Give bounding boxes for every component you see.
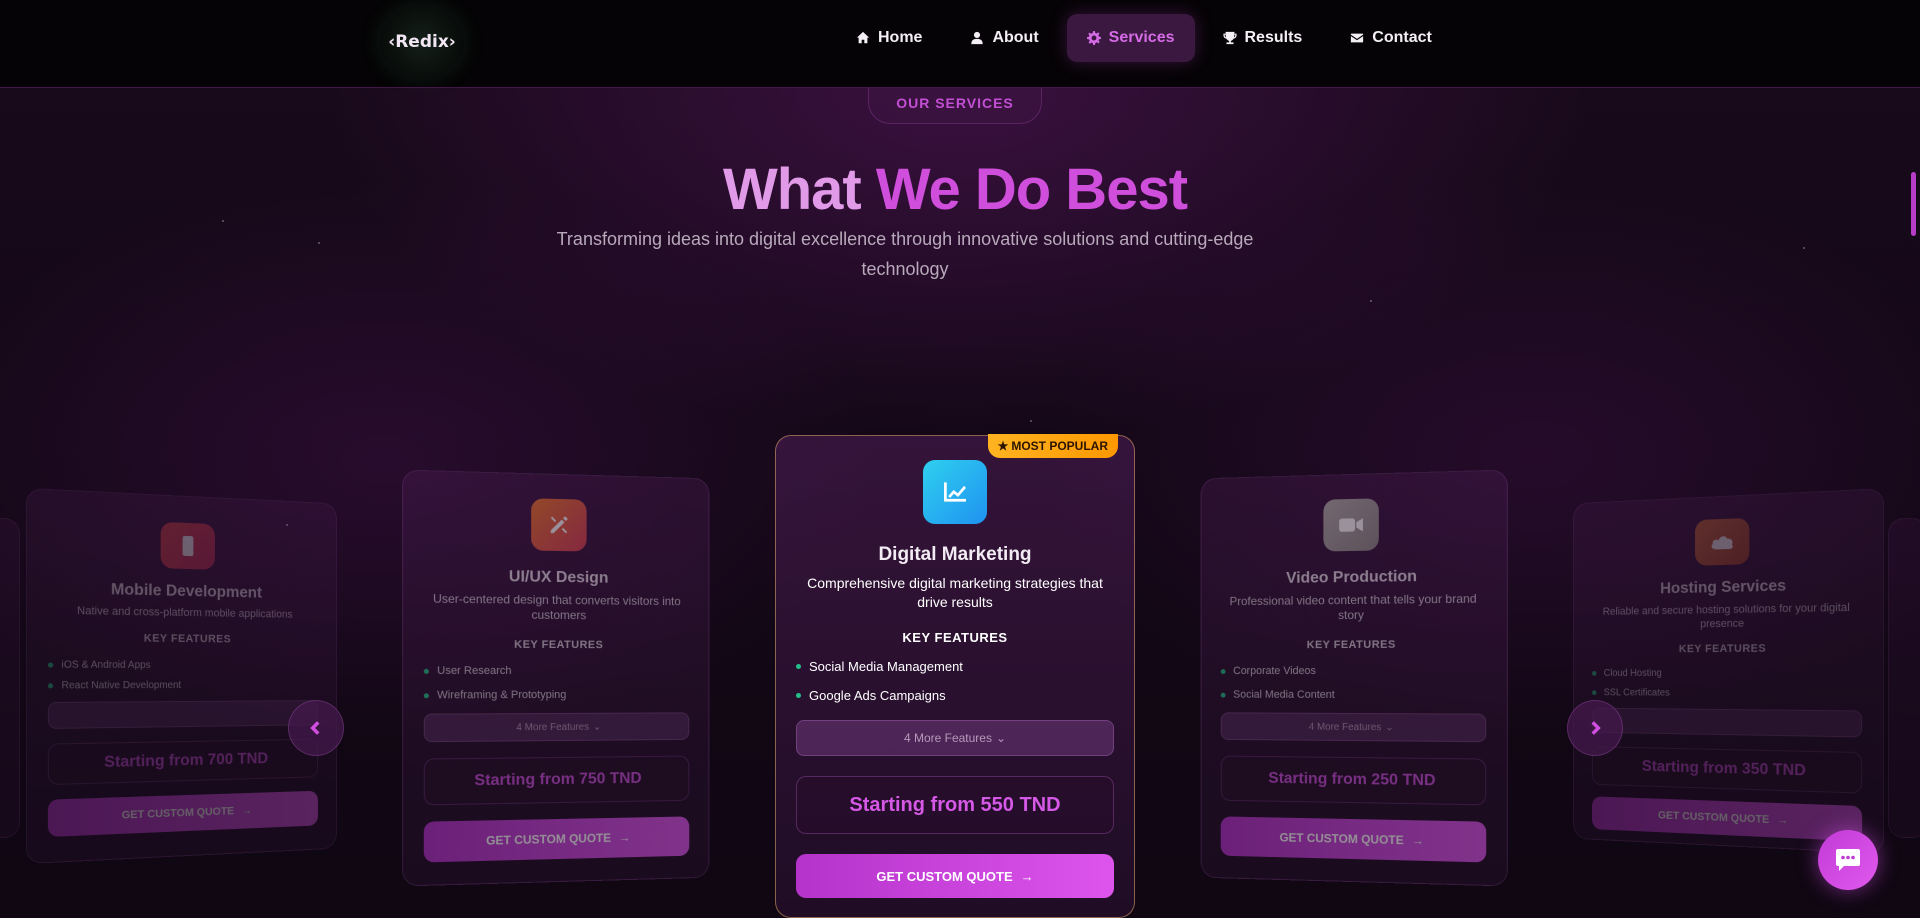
arrow-right-icon: → bbox=[618, 830, 631, 845]
card-title: Digital Marketing bbox=[878, 544, 1032, 565]
feature-item: Cloud Hosting bbox=[1592, 663, 1862, 684]
service-card-mobile[interactable]: Mobile Development Native and cross-plat… bbox=[25, 487, 337, 865]
arrow-right-icon: → bbox=[1777, 814, 1789, 827]
more-features-button[interactable]: 4 More Features ⌄ bbox=[796, 720, 1114, 756]
gear-icon bbox=[1086, 31, 1101, 45]
service-card-hosting[interactable]: Hosting Services Reliable and secure hos… bbox=[1573, 488, 1885, 854]
home-icon bbox=[856, 31, 870, 44]
design-tools-icon bbox=[531, 498, 587, 552]
chevron-right-icon bbox=[1591, 721, 1601, 735]
nav-label-results: Results bbox=[1244, 29, 1303, 46]
feature-item: Wireframing & Prototyping bbox=[424, 683, 689, 708]
card-price: Starting from 250 TND bbox=[1220, 755, 1487, 806]
feature-item: React Native Development bbox=[48, 675, 318, 696]
nav-label-about: About bbox=[992, 29, 1039, 46]
star-icon: ★ bbox=[997, 439, 1009, 453]
feature-item: iOS & Android Apps bbox=[48, 654, 318, 675]
feature-list: User Research Wireframing & Prototyping bbox=[424, 659, 689, 708]
user-icon bbox=[971, 31, 984, 45]
get-custom-quote-button[interactable]: GET CUSTOM QUOTE → bbox=[796, 854, 1114, 898]
nav-item-home[interactable]: Home bbox=[836, 14, 942, 62]
nav-item-about[interactable]: About bbox=[950, 14, 1058, 62]
logo[interactable]: ‹Redix› bbox=[380, 6, 464, 78]
get-custom-quote-button[interactable]: GET CUSTOM QUOTE → bbox=[1591, 796, 1863, 842]
service-card-partial-left bbox=[0, 518, 20, 838]
feature-item: Corporate Videos bbox=[1221, 659, 1486, 683]
nav-item-services[interactable]: Services bbox=[1066, 14, 1195, 62]
trophy-icon bbox=[1222, 31, 1237, 45]
feature-list: iOS & Android Apps React Native Developm… bbox=[48, 654, 318, 696]
carousel-next-button[interactable] bbox=[1567, 700, 1623, 756]
key-features-label: KEY FEATURES bbox=[1678, 642, 1767, 656]
chart-line-icon bbox=[923, 460, 987, 524]
chat-bubble-icon bbox=[1836, 849, 1860, 871]
title-part-1: What bbox=[722, 157, 876, 222]
feature-list: Social Media Management Google Ads Campa… bbox=[796, 652, 1114, 710]
chevron-down-icon: ⌄ bbox=[995, 731, 1007, 745]
feature-item: Social Media Management bbox=[796, 652, 1114, 681]
nav-label-services: Services bbox=[1108, 29, 1175, 46]
card-description: Native and cross-platform mobile applica… bbox=[77, 604, 293, 621]
title-part-2: We Do Best bbox=[875, 157, 1188, 222]
card-title: Hosting Services bbox=[1660, 577, 1787, 598]
card-title: Video Production bbox=[1286, 567, 1418, 587]
more-features-button[interactable] bbox=[1591, 707, 1863, 738]
card-price: Starting from 700 TND bbox=[47, 738, 319, 786]
card-description: Professional video content that tells yo… bbox=[1229, 591, 1477, 623]
video-camera-icon bbox=[1323, 498, 1379, 552]
key-features-label: KEY FEATURES bbox=[143, 632, 232, 646]
more-features-button[interactable]: 4 More Features ⌄ bbox=[423, 712, 690, 743]
cloud-icon bbox=[1695, 517, 1750, 566]
card-description: Reliable and secure hosting solutions fo… bbox=[1602, 601, 1850, 631]
get-custom-quote-button[interactable]: GET CUSTOM QUOTE → bbox=[1220, 816, 1487, 863]
key-features-label: KEY FEATURES bbox=[902, 630, 1008, 645]
feature-item: User Research bbox=[424, 659, 689, 683]
card-title: Mobile Development bbox=[110, 581, 262, 602]
mobile-icon bbox=[160, 521, 215, 570]
feature-item: Google Ads Campaigns bbox=[796, 681, 1114, 710]
card-price: Starting from 750 TND bbox=[423, 755, 690, 806]
feature-item: SSL Certificates bbox=[1592, 683, 1862, 705]
card-description: User-centered design that converts visit… bbox=[432, 591, 681, 623]
arrow-right-icon: → bbox=[241, 804, 253, 817]
card-price: Starting from 350 TND bbox=[1591, 746, 1863, 794]
nav-links: Home About Services Results Contact bbox=[836, 14, 1452, 62]
card-description: Comprehensive digital marketing strategi… bbox=[807, 575, 1103, 610]
carousel-prev-button[interactable] bbox=[288, 700, 344, 756]
arrow-right-icon: → bbox=[1411, 833, 1424, 848]
nav-label-contact: Contact bbox=[1372, 29, 1432, 46]
get-custom-quote-button[interactable]: GET CUSTOM QUOTE → bbox=[47, 790, 319, 838]
section-badge: OUR SERVICES bbox=[868, 82, 1042, 124]
feature-list: Corporate Videos Social Media Content bbox=[1221, 659, 1486, 708]
get-custom-quote-button[interactable]: GET CUSTOM QUOTE → bbox=[423, 816, 690, 863]
nav-item-contact[interactable]: Contact bbox=[1330, 14, 1452, 62]
top-navbar: ‹Redix› Home About Services Results Cont… bbox=[0, 0, 1920, 88]
card-title: UI/UX Design bbox=[508, 568, 609, 587]
feature-list: Cloud Hosting SSL Certificates bbox=[1592, 663, 1862, 705]
nav-item-results[interactable]: Results bbox=[1203, 14, 1323, 62]
scrollbar-thumb[interactable] bbox=[1911, 172, 1916, 236]
nav-label-home: Home bbox=[878, 29, 923, 46]
service-card-video[interactable]: Video Production Professional video cont… bbox=[1200, 469, 1508, 887]
most-popular-badge: ★ MOST POPULAR bbox=[987, 434, 1118, 458]
chevron-down-icon: ⌄ bbox=[592, 721, 602, 733]
service-card-partial-right bbox=[1888, 518, 1920, 838]
feature-item: Social Media Content bbox=[1221, 683, 1486, 708]
chat-button[interactable] bbox=[1818, 830, 1878, 890]
service-card-uiux[interactable]: UI/UX Design User-centered design that c… bbox=[402, 469, 710, 887]
envelope-icon bbox=[1351, 33, 1364, 43]
card-price: Starting from 550 TND bbox=[796, 776, 1114, 834]
service-card-marketing[interactable]: ★ MOST POPULAR Digital Marketing Comprehe… bbox=[775, 434, 1135, 918]
arrow-right-icon: → bbox=[1020, 868, 1034, 884]
chevron-left-icon bbox=[310, 721, 320, 735]
key-features-label: KEY FEATURES bbox=[514, 638, 604, 652]
chevron-down-icon: ⌄ bbox=[1385, 721, 1394, 733]
section-subtitle: Transforming ideas into digital excellen… bbox=[556, 229, 1254, 279]
key-features-label: KEY FEATURES bbox=[1306, 638, 1396, 652]
more-features-button[interactable]: 4 More Features ⌄ bbox=[1220, 712, 1487, 743]
more-features-button[interactable] bbox=[47, 700, 319, 729]
section-title: What We Do Best bbox=[0, 156, 1910, 223]
